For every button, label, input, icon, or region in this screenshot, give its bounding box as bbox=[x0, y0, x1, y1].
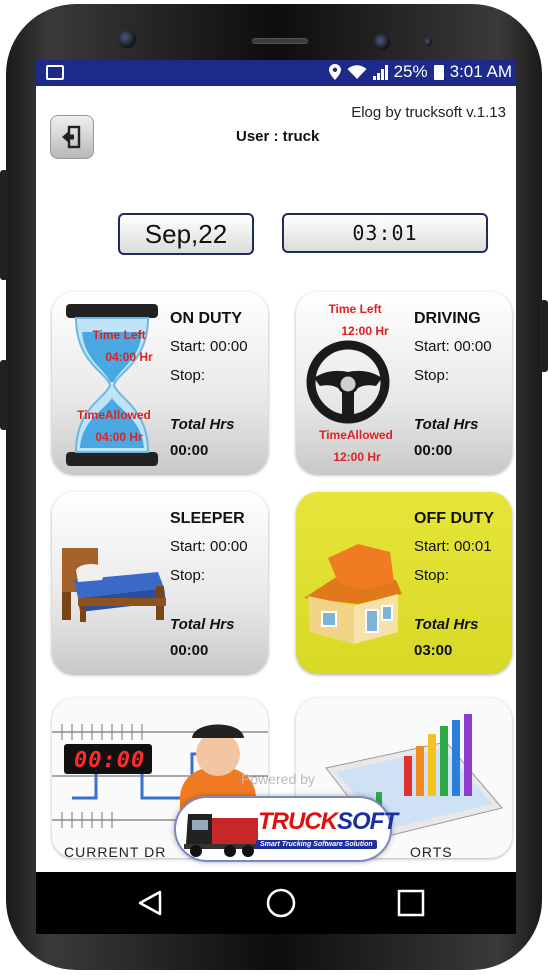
date-display: Sep,22 bbox=[118, 213, 254, 255]
driving-title: DRIVING bbox=[414, 310, 481, 327]
on-duty-start: Start: 00:00 bbox=[170, 338, 248, 355]
location-icon bbox=[328, 64, 341, 80]
sleeper-stop: Stop: bbox=[170, 567, 206, 584]
app-title: Elog by trucksoft v.1.13 bbox=[351, 104, 506, 121]
off-duty-stop: Stop: bbox=[414, 567, 450, 584]
sleeper-card[interactable]: SLEEPER Start: 00:00 Stop: Total Hrs 00:… bbox=[52, 492, 268, 674]
power-button bbox=[540, 300, 548, 372]
app-screen: 25% 3:01 AM Elog by trucksoft v.1.13 Use… bbox=[36, 60, 516, 872]
reports-caption: ORTS bbox=[410, 844, 453, 858]
driving-stop: Stop: bbox=[414, 367, 450, 384]
recents-button[interactable] bbox=[394, 886, 428, 920]
sleeper-total-value: 00:00 bbox=[170, 642, 209, 659]
sleeper-total-label: Total Hrs bbox=[170, 616, 235, 633]
proximity-sensor bbox=[374, 34, 390, 50]
android-nav-bar bbox=[36, 872, 516, 934]
logo-brand-part-2: SOFT bbox=[337, 808, 398, 835]
on-duty-time-left-value: 04:00 Hr bbox=[105, 350, 153, 364]
back-icon bbox=[138, 890, 162, 916]
sleeper-title: SLEEPER bbox=[170, 510, 245, 527]
current-driver-caption: CURRENT DR bbox=[64, 844, 167, 858]
off-duty-total-value: 03:00 bbox=[414, 642, 453, 659]
home-button[interactable] bbox=[264, 886, 298, 920]
on-duty-time-left-label: Time Left bbox=[92, 328, 146, 342]
on-duty-title: ON DUTY bbox=[170, 310, 242, 327]
bed-icon bbox=[62, 548, 166, 622]
powered-by-label: Powered by bbox=[241, 771, 315, 787]
front-camera bbox=[118, 30, 136, 48]
off-duty-card[interactable]: OFF DUTY Start: 00:01 Stop: Total Hrs 03… bbox=[296, 492, 512, 674]
driving-card[interactable]: Time Left 12:00 Hr TimeAllowed 12:00 Hr … bbox=[296, 292, 512, 474]
volume-button bbox=[0, 170, 8, 280]
logo-brand-part-1: TRUCK bbox=[258, 808, 338, 835]
driving-time-left-value: 12:00 Hr bbox=[341, 324, 389, 338]
back-button[interactable] bbox=[134, 886, 168, 920]
driving-start: Start: 00:00 bbox=[414, 338, 492, 355]
user-label: User : truck bbox=[236, 128, 320, 145]
status-clock: 3:01 AM bbox=[449, 62, 512, 81]
off-duty-start: Start: 00:01 bbox=[414, 538, 492, 555]
home-icon bbox=[266, 888, 296, 918]
status-bar: 25% 3:01 AM bbox=[36, 60, 516, 86]
driving-time-left-label: Time Left bbox=[328, 302, 382, 316]
sleeper-start: Start: 00:00 bbox=[170, 538, 248, 555]
battery-percent: 25% bbox=[393, 62, 428, 81]
logout-button[interactable] bbox=[50, 115, 94, 159]
on-duty-stop: Stop: bbox=[170, 367, 206, 384]
driving-total-label: Total Hrs bbox=[414, 416, 479, 433]
driving-time-allowed-value: 12:00 Hr bbox=[333, 450, 381, 464]
bixby-button bbox=[0, 360, 8, 430]
logout-icon bbox=[62, 125, 81, 149]
off-duty-title: OFF DUTY bbox=[414, 510, 494, 527]
status-right-group: 25% 3:01 AM bbox=[328, 62, 512, 82]
logo-brand: TRUCKSOFT bbox=[258, 808, 398, 836]
on-duty-time-allowed-label: TimeAllowed bbox=[77, 408, 151, 422]
steering-wheel-icon bbox=[306, 340, 390, 424]
tile-clock-digits: 00:00 bbox=[74, 748, 146, 773]
iris-sensor bbox=[424, 38, 432, 46]
logo-tagline: Smart Trucking Software Solution bbox=[256, 840, 377, 849]
trucksoft-logo: TRUCKSOFT Smart Trucking Software Soluti… bbox=[174, 796, 398, 862]
battery-icon bbox=[433, 64, 444, 80]
on-duty-card[interactable]: Time Left 04:00 Hr TimeAllowed 04:00 Hr … bbox=[52, 292, 268, 474]
signal-icon bbox=[372, 64, 388, 80]
recents-icon bbox=[397, 889, 425, 917]
off-duty-total-label: Total Hrs bbox=[414, 616, 479, 633]
driving-total-value: 00:00 bbox=[414, 442, 453, 459]
on-duty-time-allowed-value: 04:00 Hr bbox=[95, 430, 143, 444]
driving-time-allowed-label: TimeAllowed bbox=[319, 428, 393, 442]
time-display: 03:01 bbox=[282, 213, 488, 253]
house-icon bbox=[304, 544, 402, 644]
on-duty-total-value: 00:00 bbox=[170, 442, 209, 459]
truck-icon bbox=[184, 814, 260, 857]
on-duty-total-label: Total Hrs bbox=[170, 416, 235, 433]
wifi-icon bbox=[347, 65, 367, 79]
earpiece-speaker bbox=[252, 38, 308, 44]
gallery-notification-icon bbox=[46, 65, 64, 80]
